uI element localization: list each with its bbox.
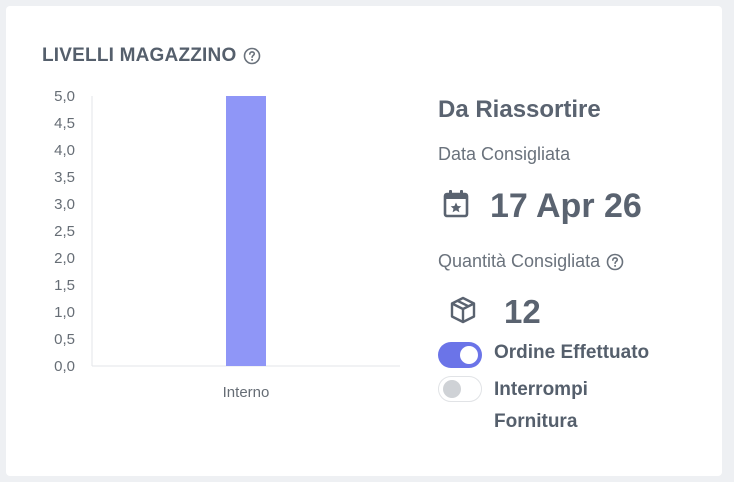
y-tick-label: 4,0	[54, 142, 75, 159]
y-tick-label: 3,5	[54, 169, 75, 186]
y-tick-label: 1,0	[54, 304, 75, 321]
suggested-qty-row: 12	[448, 293, 541, 331]
y-tick-label: 2,0	[54, 250, 75, 267]
toggle-knob	[460, 346, 478, 364]
y-tick-label: 4,5	[54, 115, 75, 132]
stop-supply-label: Interrompi Fornitura	[494, 379, 588, 432]
toggle-knob	[443, 380, 461, 398]
suggested-date-value: 17 Apr 26	[490, 187, 642, 225]
calendar-star-icon	[438, 186, 474, 227]
stop-supply-toggle-row: Interrompi Fornitura	[438, 376, 604, 438]
chart-svg: 0,0 0,5 1,0 1,5 2,0 2,5 3,0 3,5 4,0 4,5 5,0 Interno	[54, 88, 400, 401]
stock-bar-chart: 0,0 0,5 1,0 1,5 2,0 2,5 3,0 3,5 4,0 4,5 5,0 Interno	[6, 6, 426, 426]
package-box-icon	[448, 295, 478, 330]
suggested-qty-label-row: Quantità Consigliata	[438, 251, 624, 272]
y-tick-label: 1,5	[54, 277, 75, 294]
y-tick-label: 3,0	[54, 196, 75, 213]
suggested-date-row: 17 Apr 26	[438, 186, 642, 227]
bar	[226, 96, 266, 366]
order-placed-toggle-row: Ordine Effettuato	[438, 342, 684, 369]
help-icon[interactable]	[606, 253, 624, 271]
suggested-qty-value: 12	[504, 293, 541, 330]
restock-heading: Da Riassortire	[438, 96, 601, 123]
stock-levels-card: LIVELLI MAGAZZINO 0,0 0,5 1,0 1,5 2,0 2,5 3,0 3…	[6, 6, 722, 476]
y-tick-label: 0,5	[54, 331, 75, 348]
y-tick-label: 0,0	[54, 358, 75, 375]
restock-panel: Da Riassortire Data Consigliata 17 Apr 2…	[438, 6, 718, 466]
suggested-date-label: Data Consigliata	[438, 144, 571, 164]
stop-supply-toggle[interactable]	[438, 376, 482, 402]
order-placed-toggle[interactable]	[438, 342, 482, 368]
order-placed-label: Ordine Effettuato	[494, 342, 650, 363]
suggested-qty-label: Quantità Consigliata	[438, 251, 601, 271]
y-tick-label: 2,5	[54, 223, 75, 240]
x-tick-label: Interno	[223, 384, 270, 401]
y-tick-label: 5,0	[54, 88, 75, 105]
